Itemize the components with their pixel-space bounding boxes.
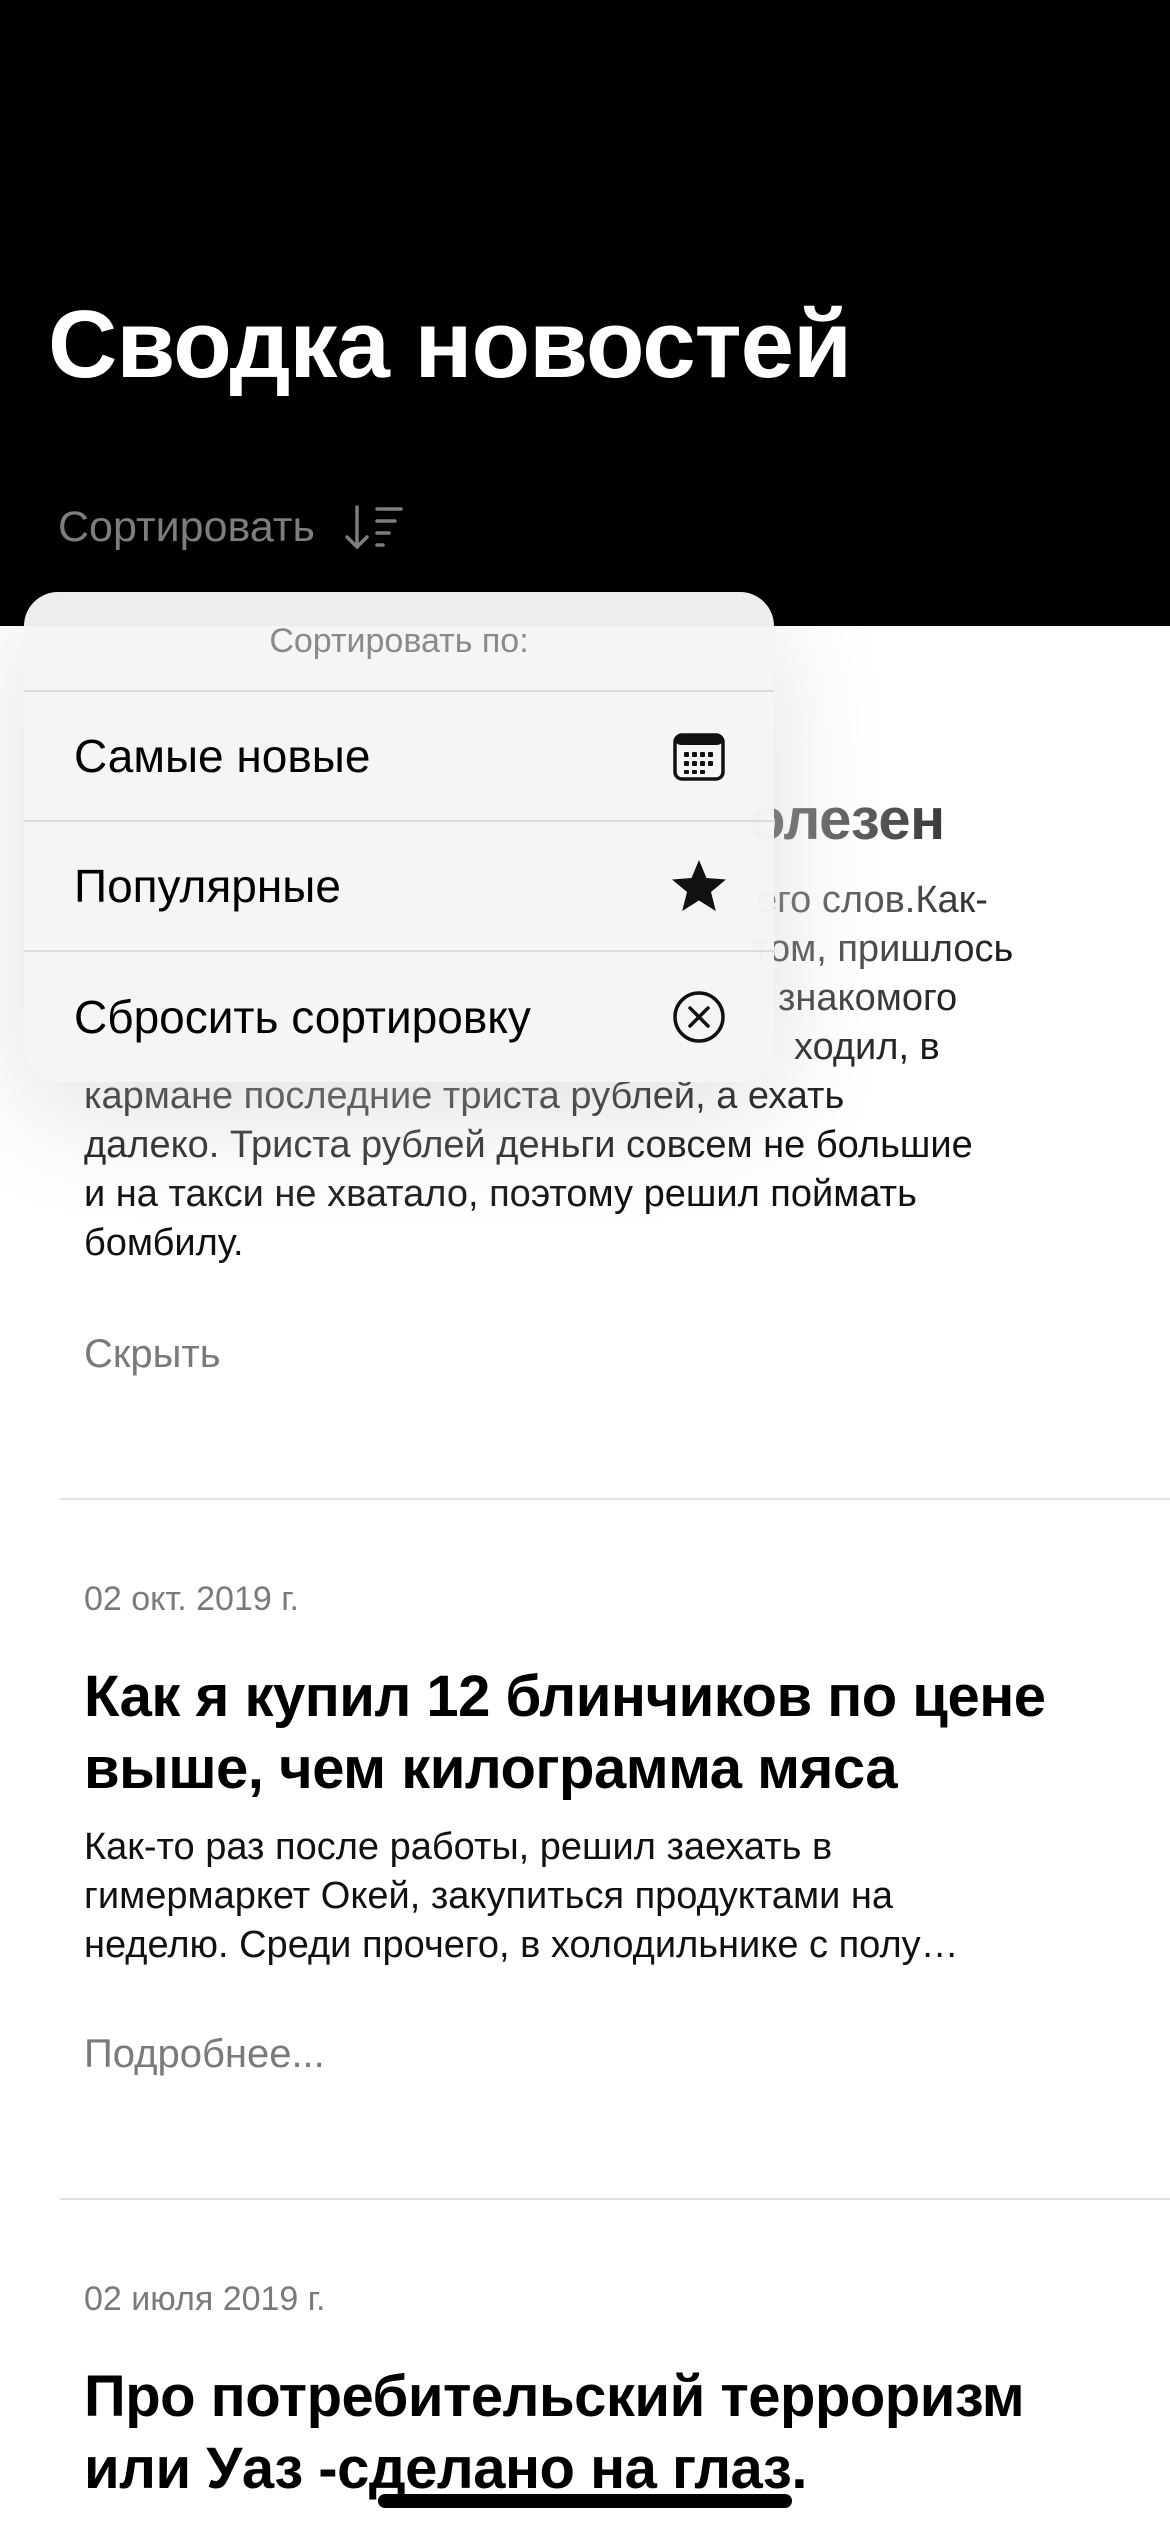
article-text-line: его слов.Как- — [756, 879, 988, 921]
sort-descending-icon — [345, 505, 403, 549]
article-title-line: выше, чем килограмма мяса — [84, 1736, 898, 1801]
sort-option-reset[interactable]: Сбросить сортировку — [24, 952, 774, 1082]
header: Сводка новостей Сортировать — [0, 0, 1170, 626]
divider — [60, 2198, 1170, 2200]
menu-item-label: Самые новые — [74, 730, 371, 782]
sort-option-popular[interactable]: Популярные — [24, 822, 774, 952]
menu-item-label: Популярные — [74, 860, 341, 912]
article-title: олезен — [750, 787, 945, 852]
article-title-line: Про потребительский терроризм — [84, 2364, 1025, 2429]
sort-button[interactable]: Сортировать — [58, 492, 407, 562]
article-date: 02 июля 2019 г. — [84, 2280, 326, 2318]
article-title: Про потребительский терроризм или Уаз -с… — [84, 2361, 1104, 2505]
article-text-line: знакомого — [778, 977, 958, 1019]
close-circle-icon — [673, 991, 725, 1043]
article-text-line: Как-то раз после работы, решил заехать в — [84, 1826, 833, 1868]
article-body: Как-то раз после работы, решил заехать в… — [84, 1823, 1104, 1970]
calendar-icon — [673, 733, 725, 781]
article-text-line: бомбилу. — [84, 1222, 244, 1264]
article-text-line: и на такси не хватало, поэтому решил пой… — [84, 1173, 917, 1215]
news-card[interactable]: 02 июля 2019 г. Про потребительский терр… — [84, 2280, 1104, 2505]
article-title-line: Как я купил 12 блинчиков по цене — [84, 1664, 1046, 1729]
sort-option-newest[interactable]: Самые новые — [24, 692, 774, 822]
article-title: Как я купил 12 блинчиков по цене выше, ч… — [84, 1661, 1104, 1805]
sort-menu: Сортировать по: Самые новые Популярные С… — [24, 592, 774, 1082]
menu-item-label: Сбросить сортировку — [74, 991, 531, 1043]
star-icon — [672, 860, 726, 911]
article-text-line: далеко. Триста рублей деньги совсем не б… — [84, 1124, 973, 1166]
article-text-line: том, пришлось — [752, 928, 1014, 970]
read-more-link[interactable]: Подробнее... — [84, 2032, 1104, 2077]
article-text-line: гимермаркет Окей, закупиться продуктами … — [84, 1875, 893, 1917]
page-title: Сводка новостей — [48, 291, 852, 398]
news-card[interactable]: 02 окт. 2019 г. Как я купил 12 блинчиков… — [84, 1580, 1104, 2077]
sort-menu-header: Сортировать по: — [24, 592, 774, 692]
article-date: 02 окт. 2019 г. — [84, 1580, 299, 1618]
divider — [60, 1498, 1170, 1500]
article-text-line: неделю. Среди прочего, в холодильнике с … — [84, 1924, 959, 1966]
hide-link[interactable]: Скрыть — [84, 1332, 221, 1377]
home-indicator[interactable] — [378, 2494, 792, 2508]
sort-label: Сортировать — [58, 502, 315, 551]
article-text-line: ходил, в — [794, 1026, 940, 1068]
